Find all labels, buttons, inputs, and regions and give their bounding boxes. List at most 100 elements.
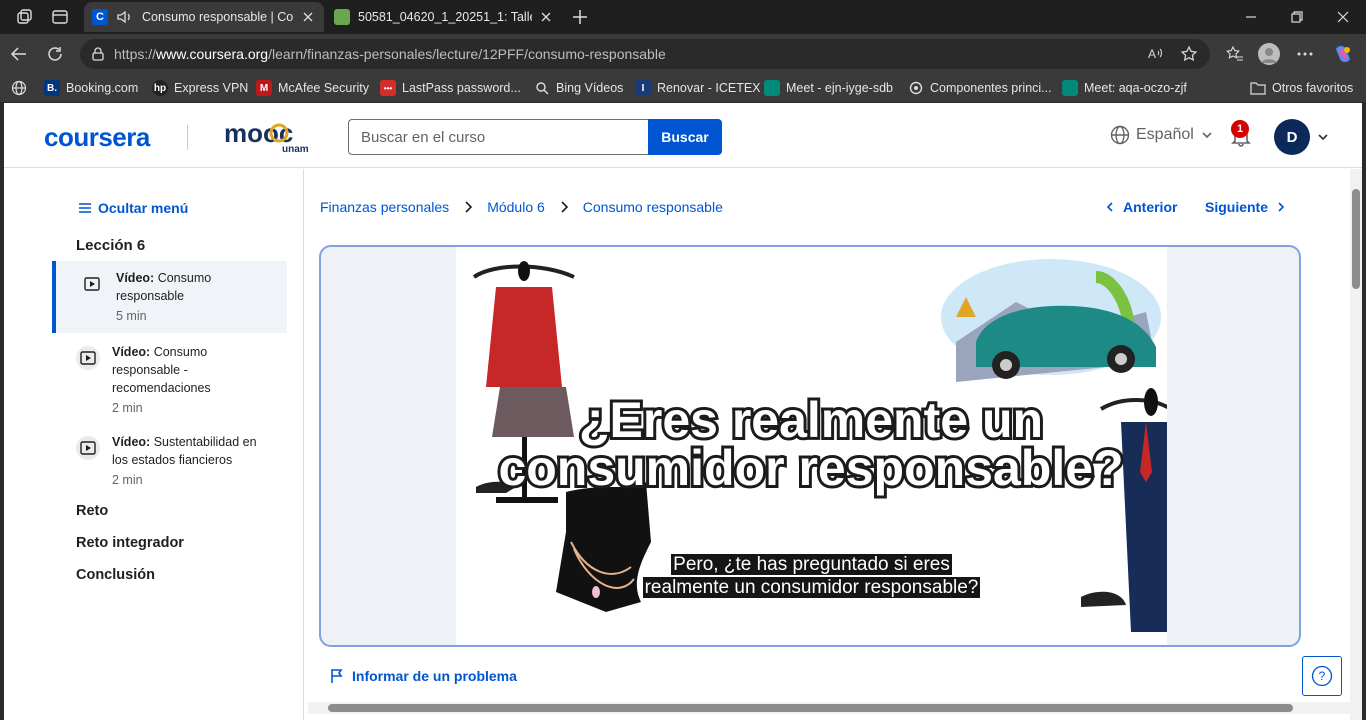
section-conclusion[interactable]: Conclusión	[76, 567, 155, 583]
coursera-favicon-icon: C	[92, 9, 108, 25]
breadcrumb-course[interactable]: Finanzas personales	[320, 199, 449, 215]
lock-icon[interactable]	[90, 46, 106, 62]
favorite-label: Booking.com	[66, 81, 139, 95]
favorite-star-icon[interactable]	[1180, 45, 1198, 63]
globe-apps-icon[interactable]	[11, 80, 27, 96]
other-favorites-label: Otros favoritos	[1272, 81, 1354, 95]
chevron-down-icon[interactable]	[1317, 131, 1329, 143]
folder-icon	[1250, 80, 1266, 96]
back-icon[interactable]	[8, 43, 30, 65]
lastpass-icon: •••	[380, 80, 396, 96]
item-duration: 2 min	[112, 473, 143, 487]
caption-text-2: realmente un consumidor responsable?	[642, 577, 981, 598]
sidebar-item-consumo-recomendaciones[interactable]: Vídeo: Consumo responsable - recomendaci…	[52, 335, 287, 415]
address-bar[interactable]: https://www.coursera.org/learn/finanzas-…	[80, 39, 1210, 69]
tab-actions-icon[interactable]	[50, 7, 70, 27]
favorite-label: Meet - ejn-iyge-sdb	[786, 81, 893, 95]
profile-icon[interactable]	[1258, 43, 1280, 65]
breadcrumb-current[interactable]: Consumo responsable	[583, 199, 723, 215]
favorite-bing-videos[interactable]: Bing Vídeos	[534, 79, 623, 97]
favorites-bar: B. Booking.com hp Express VPN M McAfee Secu…	[0, 74, 1366, 102]
copilot-icon[interactable]	[1332, 43, 1354, 65]
breadcrumb-module[interactable]: Módulo 6	[487, 199, 545, 215]
other-favorites[interactable]: Otros favoritos	[1250, 79, 1353, 97]
search-button[interactable]: Buscar	[648, 119, 722, 155]
flag-icon	[331, 669, 343, 683]
horizontal-scrollbar[interactable]	[308, 702, 1350, 714]
course-sidebar: Ocultar menú Lección 6 Vídeo: Consumo re…	[4, 169, 304, 720]
favorite-expressvpn[interactable]: hp Express VPN	[152, 79, 248, 97]
svg-text:?: ?	[1319, 669, 1326, 683]
favorite-meet-2[interactable]: Meet: aqa-oczo-zjf	[1062, 79, 1187, 97]
workspaces-icon[interactable]	[14, 7, 34, 27]
url-prefix: https://	[114, 46, 157, 62]
close-tab-icon[interactable]	[538, 9, 554, 25]
favorite-componentes[interactable]: Componentes princi...	[908, 79, 1052, 97]
speaker-icon[interactable]	[116, 9, 134, 25]
read-aloud-icon[interactable]: A	[1146, 45, 1164, 63]
favorite-mcafee[interactable]: M McAfee Security	[256, 79, 369, 97]
video-headline-line2: consumidor responsable?	[498, 440, 1123, 496]
item-type: Vídeo:	[112, 345, 151, 359]
lesson-title: Lección 6	[76, 237, 146, 254]
favorite-label: Componentes princi...	[930, 81, 1052, 95]
chevron-right-icon	[465, 201, 473, 213]
favorite-label: LastPass password...	[402, 81, 521, 95]
sidebar-item-sustentabilidad[interactable]: Vídeo: Sustentabilidad en los estados fi…	[52, 425, 287, 487]
report-problem-label: Informar de un problema	[352, 668, 517, 684]
vertical-scrollbar[interactable]	[1350, 169, 1362, 720]
mooc-unam-logo[interactable]: mooc unam	[224, 120, 314, 154]
video-frame-content[interactable]: ¿Eres realmente un consumidor responsabl…	[456, 247, 1167, 645]
menu-icon	[79, 203, 91, 213]
video-icon	[76, 436, 100, 460]
favorite-label: McAfee Security	[278, 81, 370, 95]
item-duration: 5 min	[116, 309, 147, 323]
notification-badge: 1	[1231, 120, 1249, 138]
chevron-down-icon	[1202, 132, 1212, 139]
item-type: Vídeo:	[116, 271, 155, 285]
previous-button[interactable]: Anterior	[1105, 199, 1177, 215]
minimize-icon[interactable]	[1242, 8, 1260, 26]
course-search-input[interactable]	[348, 119, 648, 155]
booking-icon: B.	[44, 80, 60, 96]
favorite-booking[interactable]: B. Booking.com	[44, 79, 138, 97]
video-player[interactable]: ¿Eres realmente un consumidor responsabl…	[319, 245, 1301, 647]
favorite-label: Renovar - ICETEX	[657, 81, 761, 95]
car-illustration	[941, 259, 1161, 382]
next-button[interactable]: Siguiente	[1205, 199, 1286, 215]
previous-label: Anterior	[1123, 199, 1178, 215]
tab-taller[interactable]: 50581_04620_1_20251_1: Taller Se	[326, 2, 562, 32]
meet-icon	[764, 80, 780, 96]
vertical-scroll-thumb[interactable]	[1352, 189, 1360, 289]
help-button[interactable]: ?	[1302, 656, 1342, 696]
favorite-icetex[interactable]: I Renovar - ICETEX	[635, 79, 761, 97]
report-problem-link[interactable]: Informar de un problema	[330, 668, 517, 684]
gear-icon	[908, 80, 924, 96]
unam-logo-text: unam	[282, 144, 309, 154]
search-icon	[534, 80, 550, 96]
sidebar-item-consumo-responsable[interactable]: Vídeo: Consumo responsable 5 min	[52, 261, 287, 333]
close-tab-icon[interactable]	[300, 9, 316, 25]
horizontal-scroll-thumb[interactable]	[328, 704, 1293, 712]
language-selector[interactable]: Español	[1110, 125, 1212, 145]
tab-title: 50581_04620_1_20251_1: Taller Se	[358, 10, 532, 24]
more-menu-icon[interactable]	[1296, 45, 1314, 63]
favorite-label: Express VPN	[174, 81, 249, 95]
hide-menu-button[interactable]: Ocultar menú	[78, 200, 188, 216]
new-tab-icon[interactable]	[570, 7, 590, 27]
restore-icon[interactable]	[1288, 8, 1306, 26]
section-reto-integrador[interactable]: Reto integrador	[76, 535, 184, 551]
favorites-icon[interactable]	[1226, 45, 1244, 63]
tab-coursera[interactable]: C Consumo responsable | Cour	[84, 2, 324, 32]
icetex-icon: I	[635, 80, 651, 96]
section-reto[interactable]: Reto	[76, 503, 108, 519]
favorite-meet-1[interactable]: Meet - ejn-iyge-sdb	[764, 79, 893, 97]
refresh-icon[interactable]	[44, 43, 66, 65]
logo-divider	[187, 125, 188, 150]
url-host: www.coursera.org	[156, 46, 269, 62]
chevron-right-icon	[1278, 202, 1285, 212]
close-window-icon[interactable]	[1334, 8, 1352, 26]
coursera-logo[interactable]: coursera	[44, 122, 150, 153]
favorite-lastpass[interactable]: ••• LastPass password...	[380, 79, 521, 97]
avatar[interactable]: D	[1274, 119, 1310, 155]
